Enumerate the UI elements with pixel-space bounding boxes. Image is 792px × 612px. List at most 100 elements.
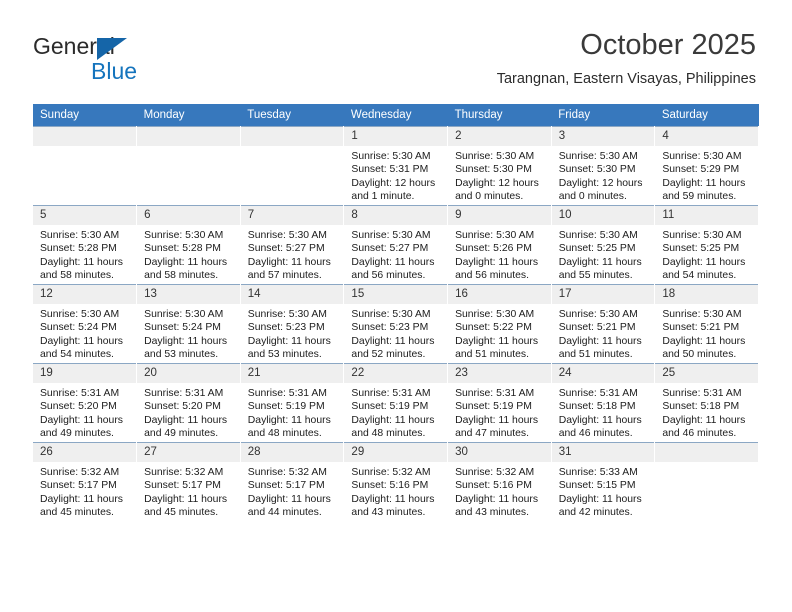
- daylight-text-line1: Daylight: 11 hours: [247, 414, 331, 426]
- day-details: Sunrise: 5:30 AM Sunset: 5:31 PM Daylight:…: [344, 146, 447, 204]
- sunrise-text: Sunrise: 5:31 AM: [558, 388, 638, 399]
- daylight-text-line1: Daylight: 11 hours: [40, 493, 123, 505]
- daylight-text-line1: Daylight: 11 hours: [558, 493, 642, 505]
- day-details: Sunrise: 5:31 AM Sunset: 5:20 PM Daylight:…: [137, 383, 240, 441]
- day-number: 15: [344, 285, 448, 304]
- weekday-header-row: Sunday Monday Tuesday Wednesday Thursday Frid…: [33, 104, 759, 127]
- daylight-text-line2: and 47 minutes.: [455, 428, 529, 440]
- sunset-text: Sunset: 5:30 PM: [558, 164, 636, 176]
- day-details: Sunrise: 5:30 AM Sunset: 5:30 PM Daylight:…: [448, 146, 551, 204]
- sunrise-text: Sunrise: 5:30 AM: [40, 230, 120, 241]
- calendar-day-cell[interactable]: 11 Sunrise: 5:30 AM Sunset: 5:25 PM Dayligh…: [654, 205, 759, 285]
- calendar-day-cell[interactable]: 20 Sunrise: 5:31 AM Sunset: 5:20 PM Dayligh…: [136, 363, 241, 443]
- calendar-day-cell[interactable]: 15 Sunrise: 5:30 AM Sunset: 5:23 PM Dayligh…: [343, 284, 449, 364]
- calendar-day-cell[interactable]: 16 Sunrise: 5:30 AM Sunset: 5:22 PM Dayligh…: [447, 284, 552, 364]
- day-number: 23: [448, 364, 551, 383]
- day-details: Sunrise: 5:31 AM Sunset: 5:18 PM Daylight:…: [655, 383, 758, 441]
- daylight-text-line1: Daylight: 12 hours: [455, 177, 539, 189]
- sunrise-text: Sunrise: 5:30 AM: [40, 309, 120, 320]
- calendar-day-cell[interactable]: 3 Sunrise: 5:30 AM Sunset: 5:30 PM Daylight…: [551, 126, 656, 206]
- day-number: 5: [33, 206, 137, 225]
- sunrise-text: Sunrise: 5:31 AM: [40, 388, 120, 399]
- calendar-day-cell[interactable]: 12 Sunrise: 5:30 AM Sunset: 5:24 PM Dayligh…: [33, 284, 138, 364]
- calendar-day-cell[interactable]: 29 Sunrise: 5:32 AM Sunset: 5:16 PM Dayligh…: [343, 442, 449, 521]
- day-details: Sunrise: 5:32 AM Sunset: 5:16 PM Daylight:…: [448, 462, 551, 520]
- calendar-day-cell[interactable]: 18 Sunrise: 5:30 AM Sunset: 5:21 PM Dayligh…: [654, 284, 759, 364]
- sunset-text: Sunset: 5:21 PM: [662, 322, 740, 334]
- daylight-text-line1: Daylight: 11 hours: [247, 335, 331, 347]
- day-number: 26: [33, 443, 137, 462]
- calendar-day-cell[interactable]: 8 Sunrise: 5:30 AM Sunset: 5:27 PM Daylight…: [343, 205, 449, 285]
- daylight-text-line2: and 49 minutes.: [40, 428, 114, 440]
- sunset-text: Sunset: 5:22 PM: [455, 322, 532, 334]
- calendar-day-cell[interactable]: 9 Sunrise: 5:30 AM Sunset: 5:26 PM Daylight…: [447, 205, 552, 285]
- day-details: Sunrise: 5:31 AM Sunset: 5:19 PM Daylight:…: [344, 383, 447, 441]
- day-details: Sunrise: 5:33 AM Sunset: 5:15 PM Daylight:…: [552, 462, 655, 520]
- sunset-text: Sunset: 5:31 PM: [351, 164, 429, 176]
- daylight-text-line2: and 51 minutes.: [455, 349, 529, 361]
- calendar-day-cell[interactable]: 6 Sunrise: 5:30 AM Sunset: 5:28 PM Daylight…: [136, 205, 241, 285]
- sunset-text: Sunset: 5:20 PM: [144, 401, 221, 413]
- calendar-day-cell[interactable]: 30 Sunrise: 5:32 AM Sunset: 5:16 PM Dayligh…: [447, 442, 552, 521]
- day-details: Sunrise: 5:30 AM Sunset: 5:23 PM Daylight:…: [344, 304, 447, 362]
- calendar-day-cell[interactable]: 5 Sunrise: 5:30 AM Sunset: 5:28 PM Daylight…: [33, 205, 138, 285]
- day-number: 8: [344, 206, 448, 225]
- daylight-text-line2: and 49 minutes.: [144, 428, 219, 440]
- calendar-day-cell[interactable]: 25 Sunrise: 5:31 AM Sunset: 5:18 PM Dayligh…: [654, 363, 759, 443]
- calendar-day-cell[interactable]: 19 Sunrise: 5:31 AM Sunset: 5:20 PM Dayligh…: [33, 363, 138, 443]
- sunset-text: Sunset: 5:17 PM: [144, 480, 221, 492]
- calendar-day-cell[interactable]: 21 Sunrise: 5:31 AM Sunset: 5:19 PM Dayligh…: [240, 363, 345, 443]
- sunrise-text: Sunrise: 5:31 AM: [662, 388, 742, 399]
- page-subtitle: Tarangnan, Eastern Visayas, Philippines: [496, 71, 756, 87]
- sunrise-text: Sunrise: 5:33 AM: [558, 467, 638, 478]
- sunrise-sunset-calendar: Sunday Monday Tuesday Wednesday Thursday Frid…: [33, 104, 759, 521]
- daylight-text-line1: Daylight: 11 hours: [662, 256, 746, 268]
- calendar-day-cell[interactable]: 4 Sunrise: 5:30 AM Sunset: 5:29 PM Daylight…: [654, 126, 759, 206]
- sunset-text: Sunset: 5:30 PM: [455, 164, 532, 176]
- day-details: Sunrise: 5:30 AM Sunset: 5:23 PM Daylight:…: [241, 304, 344, 362]
- sunrise-text: Sunrise: 5:30 AM: [558, 151, 638, 162]
- calendar-day-cell[interactable]: 31 Sunrise: 5:33 AM Sunset: 5:15 PM Dayligh…: [551, 442, 656, 521]
- daylight-text-line1: Daylight: 11 hours: [144, 256, 228, 268]
- day-number: 31: [551, 443, 655, 462]
- calendar-day-cell[interactable]: 22 Sunrise: 5:31 AM Sunset: 5:19 PM Dayligh…: [343, 363, 449, 443]
- calendar-day-cell[interactable]: 13 Sunrise: 5:30 AM Sunset: 5:24 PM Dayligh…: [136, 284, 241, 364]
- calendar-page: General Blue October 2025 Tarangnan, Eas…: [0, 0, 792, 612]
- calendar-day-cell[interactable]: 7 Sunrise: 5:30 AM Sunset: 5:27 PM Daylight…: [240, 205, 345, 285]
- daylight-text-line2: and 42 minutes.: [558, 507, 633, 519]
- calendar-day-cell[interactable]: 2 Sunrise: 5:30 AM Sunset: 5:30 PM Daylight…: [447, 126, 552, 206]
- sunset-text: Sunset: 5:16 PM: [351, 480, 429, 492]
- calendar-day-cell[interactable]: 1 Sunrise: 5:30 AM Sunset: 5:31 PM Daylight…: [343, 126, 449, 206]
- day-details: Sunrise: 5:30 AM Sunset: 5:28 PM Daylight:…: [137, 225, 240, 283]
- sunset-text: Sunset: 5:23 PM: [351, 322, 429, 334]
- day-number: 21: [240, 364, 344, 383]
- day-number: 14: [240, 285, 344, 304]
- daylight-text-line2: and 0 minutes.: [558, 191, 627, 203]
- calendar-day-cell[interactable]: 27 Sunrise: 5:32 AM Sunset: 5:17 PM Dayligh…: [136, 442, 241, 521]
- day-number: 9: [448, 206, 551, 225]
- day-details: Sunrise: 5:30 AM Sunset: 5:30 PM Daylight:…: [552, 146, 655, 204]
- day-number: 22: [344, 364, 448, 383]
- day-details: Sunrise: 5:30 AM Sunset: 5:25 PM Daylight:…: [655, 225, 758, 283]
- calendar-day-cell[interactable]: 17 Sunrise: 5:30 AM Sunset: 5:21 PM Dayligh…: [551, 284, 656, 364]
- daylight-text-line2: and 46 minutes.: [662, 428, 737, 440]
- calendar-day-cell[interactable]: 10 Sunrise: 5:30 AM Sunset: 5:25 PM Dayligh…: [551, 205, 656, 285]
- day-details: Sunrise: 5:30 AM Sunset: 5:22 PM Daylight:…: [448, 304, 551, 362]
- calendar-day-cell[interactable]: 14 Sunrise: 5:30 AM Sunset: 5:23 PM Dayligh…: [240, 284, 345, 364]
- day-number: [655, 443, 758, 462]
- day-details: Sunrise: 5:31 AM Sunset: 5:20 PM Daylight:…: [33, 383, 136, 441]
- day-details: [137, 146, 240, 150]
- day-number: 7: [240, 206, 344, 225]
- sunset-text: Sunset: 5:27 PM: [351, 243, 429, 255]
- calendar-day-cell[interactable]: 28 Sunrise: 5:32 AM Sunset: 5:17 PM Dayligh…: [240, 442, 345, 521]
- sunset-text: Sunset: 5:19 PM: [351, 401, 429, 413]
- calendar-day-cell[interactable]: 24 Sunrise: 5:31 AM Sunset: 5:18 PM Dayligh…: [551, 363, 656, 443]
- sunrise-text: Sunrise: 5:30 AM: [455, 230, 535, 241]
- sunrise-text: Sunrise: 5:30 AM: [662, 151, 742, 162]
- page-header: General Blue October 2025 Tarangnan, Eas…: [0, 0, 792, 100]
- sunrise-text: Sunrise: 5:30 AM: [455, 309, 535, 320]
- day-details: Sunrise: 5:30 AM Sunset: 5:27 PM Daylight:…: [344, 225, 447, 283]
- calendar-day-cell[interactable]: 23 Sunrise: 5:31 AM Sunset: 5:19 PM Dayligh…: [447, 363, 552, 443]
- calendar-day-cell[interactable]: 26 Sunrise: 5:32 AM Sunset: 5:17 PM Dayligh…: [33, 442, 138, 521]
- daylight-text-line2: and 50 minutes.: [662, 349, 737, 361]
